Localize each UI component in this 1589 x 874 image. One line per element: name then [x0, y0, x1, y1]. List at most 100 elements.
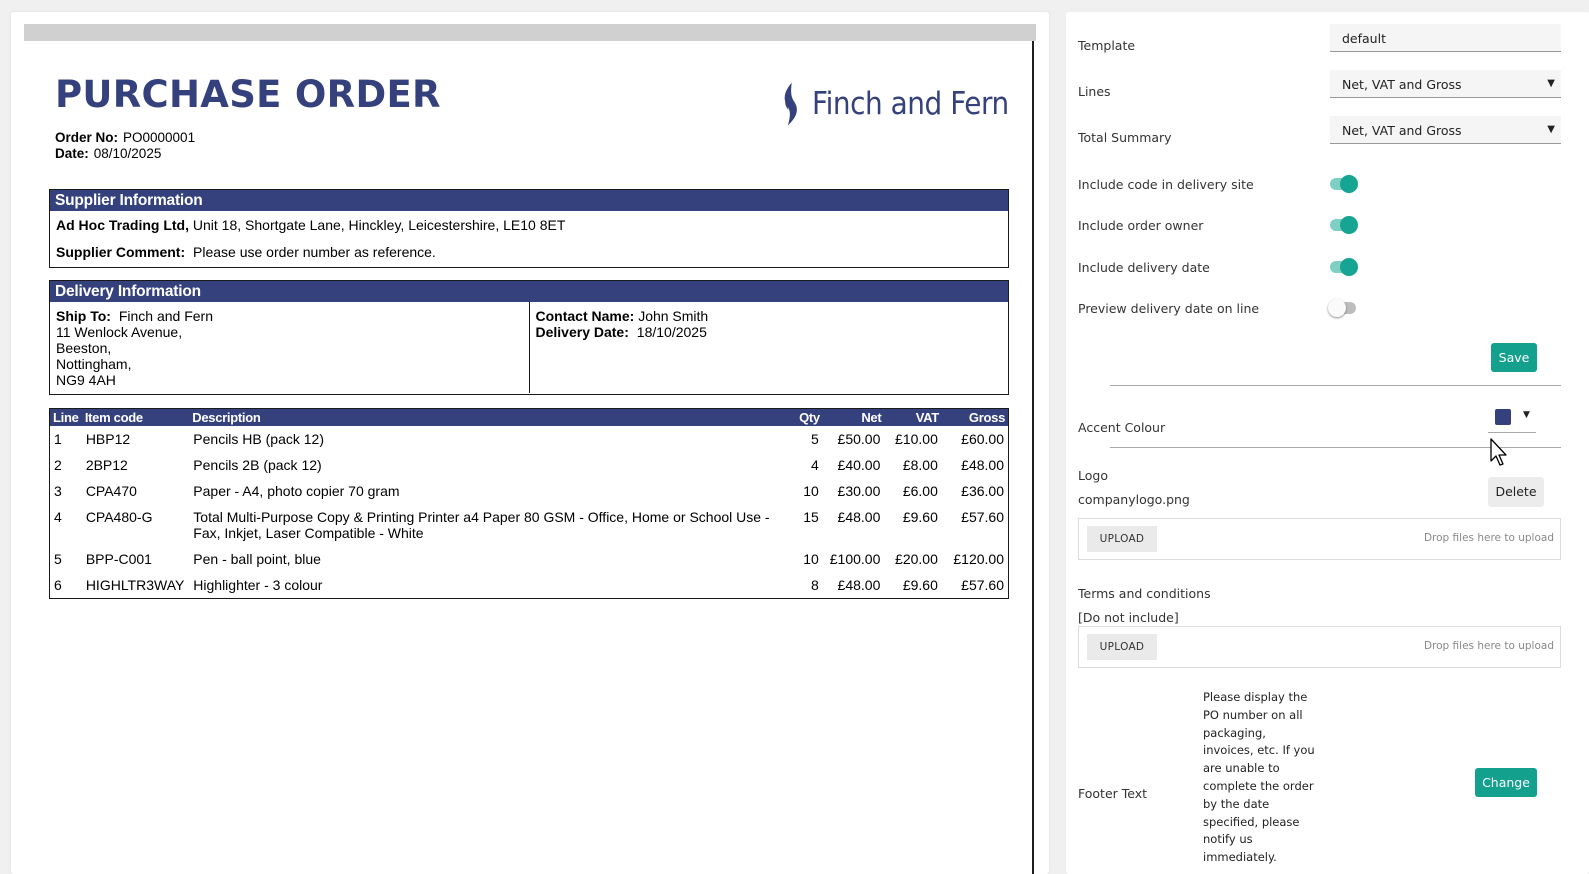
cell-item-code: HBP12 — [85, 430, 131, 447]
dropdown-arrow-icon: ▼ — [1547, 78, 1555, 89]
dropdown-arrow-icon: ▼ — [1523, 410, 1530, 420]
supplier-address: Unit 18, Shortgate Lane, Hinckley, Leice… — [192, 217, 566, 233]
cell-item-code: HIGHLTR3WAY — [85, 576, 185, 593]
cell-gross: £120.00 — [953, 550, 1004, 567]
footer-text-value: Please display the PO number on all pack… — [1203, 690, 1315, 865]
total-summary-label: Total Summary — [1078, 130, 1172, 145]
order-number-label: Order No: — [55, 130, 119, 145]
accent-colour-swatch — [1495, 409, 1511, 425]
ship-to-address-line: Beeston, — [56, 340, 112, 356]
change-footer-button[interactable]: Change — [1475, 768, 1537, 797]
delete-logo-button[interactable]: Delete — [1488, 477, 1544, 507]
contact-name-value: John Smith — [638, 308, 709, 324]
ship-to-name: Finch and Fern — [118, 308, 214, 324]
cell-qty: 8 — [811, 576, 819, 593]
cell-item-code: BPP-C001 — [85, 550, 152, 567]
document-title: PURCHASE ORDER — [55, 73, 441, 116]
supplier-heading: Supplier Information — [50, 190, 1008, 211]
logo-upload-dropzone[interactable]: UPLOAD Drop files here to upload — [1078, 518, 1561, 560]
cell-gross: £48.00 — [961, 456, 1004, 473]
drop-files-hint: Drop files here to upload — [1423, 640, 1554, 652]
accent-colour-label: Accent Colour — [1078, 420, 1166, 435]
cell-gross: £60.00 — [961, 430, 1004, 447]
toggle-knob — [1340, 258, 1358, 276]
column-header-description: Description — [189, 408, 789, 426]
order-date-value: 08/10/2025 — [93, 146, 162, 161]
cell-line: 5 — [54, 550, 62, 567]
template-label: Template — [1078, 38, 1136, 53]
supplier-address-line: Ad Hoc Trading Ltd, Unit 18, Shortgate L… — [50, 217, 1008, 233]
toggle-knob — [1340, 175, 1358, 193]
cell-qty: 10 — [803, 482, 819, 499]
preview-scroll-edge — [1032, 41, 1034, 874]
preview-toolbar — [24, 24, 1036, 41]
toggle-label-code-in-delivery-site: Include code in delivery site — [1078, 177, 1254, 192]
delivery-section: Delivery Information Ship To: Finch and … — [49, 280, 1009, 395]
cell-line: 3 — [54, 482, 62, 499]
table-row: 5 BPP-C001 Pen - ball point, blue 10 £10… — [50, 546, 1009, 572]
order-date-label: Date: — [55, 146, 89, 161]
terms-upload-dropzone[interactable]: UPLOAD Drop files here to upload — [1078, 626, 1561, 668]
cell-vat: £20.00 — [895, 550, 938, 567]
toggle-label-preview-delivery-date: Preview delivery date on line — [1078, 301, 1260, 316]
cell-line: 2 — [54, 456, 62, 473]
upload-logo-button[interactable]: UPLOAD — [1087, 526, 1157, 552]
toggle-delivery-date[interactable] — [1330, 258, 1358, 276]
cell-description: Highlighter - 3 colour — [193, 576, 323, 593]
cell-qty: 10 — [803, 550, 819, 567]
flame-logo-icon — [784, 82, 797, 126]
supplier-comment-label: Supplier Comment: — [56, 244, 186, 260]
cell-description: Total Multi-Purpose Copy & Printing Prin… — [193, 508, 770, 541]
total-summary-value: Net, VAT and Gross — [1342, 123, 1462, 138]
purchase-order-document: PURCHASE ORDER Order No: PO0000001 Date: 0… — [24, 41, 1032, 874]
terms-label: Terms and conditions — [1078, 586, 1211, 601]
lines-select[interactable]: Net, VAT and Gross ▼ — [1330, 70, 1561, 98]
toggle-knob — [1328, 299, 1346, 317]
column-header-qty: Qty — [788, 408, 823, 426]
toggle-label-order-owner: Include order owner — [1078, 218, 1204, 233]
order-number: Order No: PO0000001 — [55, 130, 195, 145]
cell-gross: £57.60 — [961, 508, 1004, 525]
company-logo: Finch and Fern — [781, 73, 1031, 135]
cell-net: £48.00 — [837, 576, 881, 593]
ship-to-block: Ship To: Finch and Fern 11 Wenlock Avenu… — [50, 302, 530, 393]
table-row: 3 CPA470 Paper - A4, photo copier 70 gra… — [50, 478, 1009, 504]
template-input[interactable]: default — [1330, 24, 1561, 52]
ship-to-label: Ship To: — [56, 308, 111, 324]
toggle-label-delivery-date: Include delivery date — [1078, 260, 1210, 275]
lines-value: Net, VAT and Gross — [1342, 77, 1462, 92]
cell-vat: £9.60 — [902, 576, 938, 593]
upload-terms-button[interactable]: UPLOAD — [1087, 634, 1157, 660]
cell-net: £50.00 — [837, 430, 881, 447]
order-date: Date: 08/10/2025 — [55, 146, 161, 161]
toggle-order-owner[interactable] — [1330, 216, 1358, 234]
toggle-knob — [1340, 216, 1358, 234]
cell-vat: £6.00 — [902, 482, 938, 499]
cell-description: Pencils 2B (pack 12) — [193, 456, 322, 473]
mouse-cursor-icon — [1490, 438, 1507, 466]
total-summary-select[interactable]: Net, VAT and Gross ▼ — [1330, 116, 1561, 144]
delivery-date-label: Delivery Date: — [535, 324, 629, 340]
toggle-preview-delivery-date[interactable] — [1328, 299, 1356, 317]
cell-gross: £57.60 — [961, 576, 1004, 593]
supplier-comment: Please use order number as reference. — [193, 244, 436, 260]
order-number-value: PO0000001 — [123, 130, 196, 145]
delivery-date-value: 18/10/2025 — [636, 324, 707, 340]
cell-item-code: CPA470 — [85, 482, 137, 499]
cell-vat: £9.60 — [902, 508, 938, 525]
accent-colour-picker[interactable]: ▼ — [1488, 405, 1536, 433]
terms-value: [Do not include] — [1078, 610, 1179, 625]
contact-name-label: Contact Name: — [535, 308, 635, 324]
cell-gross: £36.00 — [961, 482, 1004, 499]
toggle-code-in-delivery-site[interactable] — [1330, 175, 1358, 193]
table-header-row: Line Item code Description Qty Net VAT G… — [49, 408, 1009, 426]
cell-description: Paper - A4, photo copier 70 gram — [193, 482, 400, 499]
cell-line: 4 — [54, 508, 62, 525]
table-row: 6 HIGHLTR3WAY Highlighter - 3 colour 8 £… — [50, 572, 1009, 599]
supplier-comment-line: Supplier Comment: Please use order numbe… — [50, 244, 1008, 260]
table-row: 2 2BP12 Pencils 2B (pack 12) 4 £40.00 £8… — [50, 452, 1009, 478]
column-header-item-code: Item code — [81, 408, 190, 426]
save-button[interactable]: Save — [1491, 343, 1537, 372]
table-row: 1 HBP12 Pencils HB (pack 12) 5 £50.00 £1… — [50, 426, 1009, 452]
cell-line: 6 — [54, 576, 62, 593]
